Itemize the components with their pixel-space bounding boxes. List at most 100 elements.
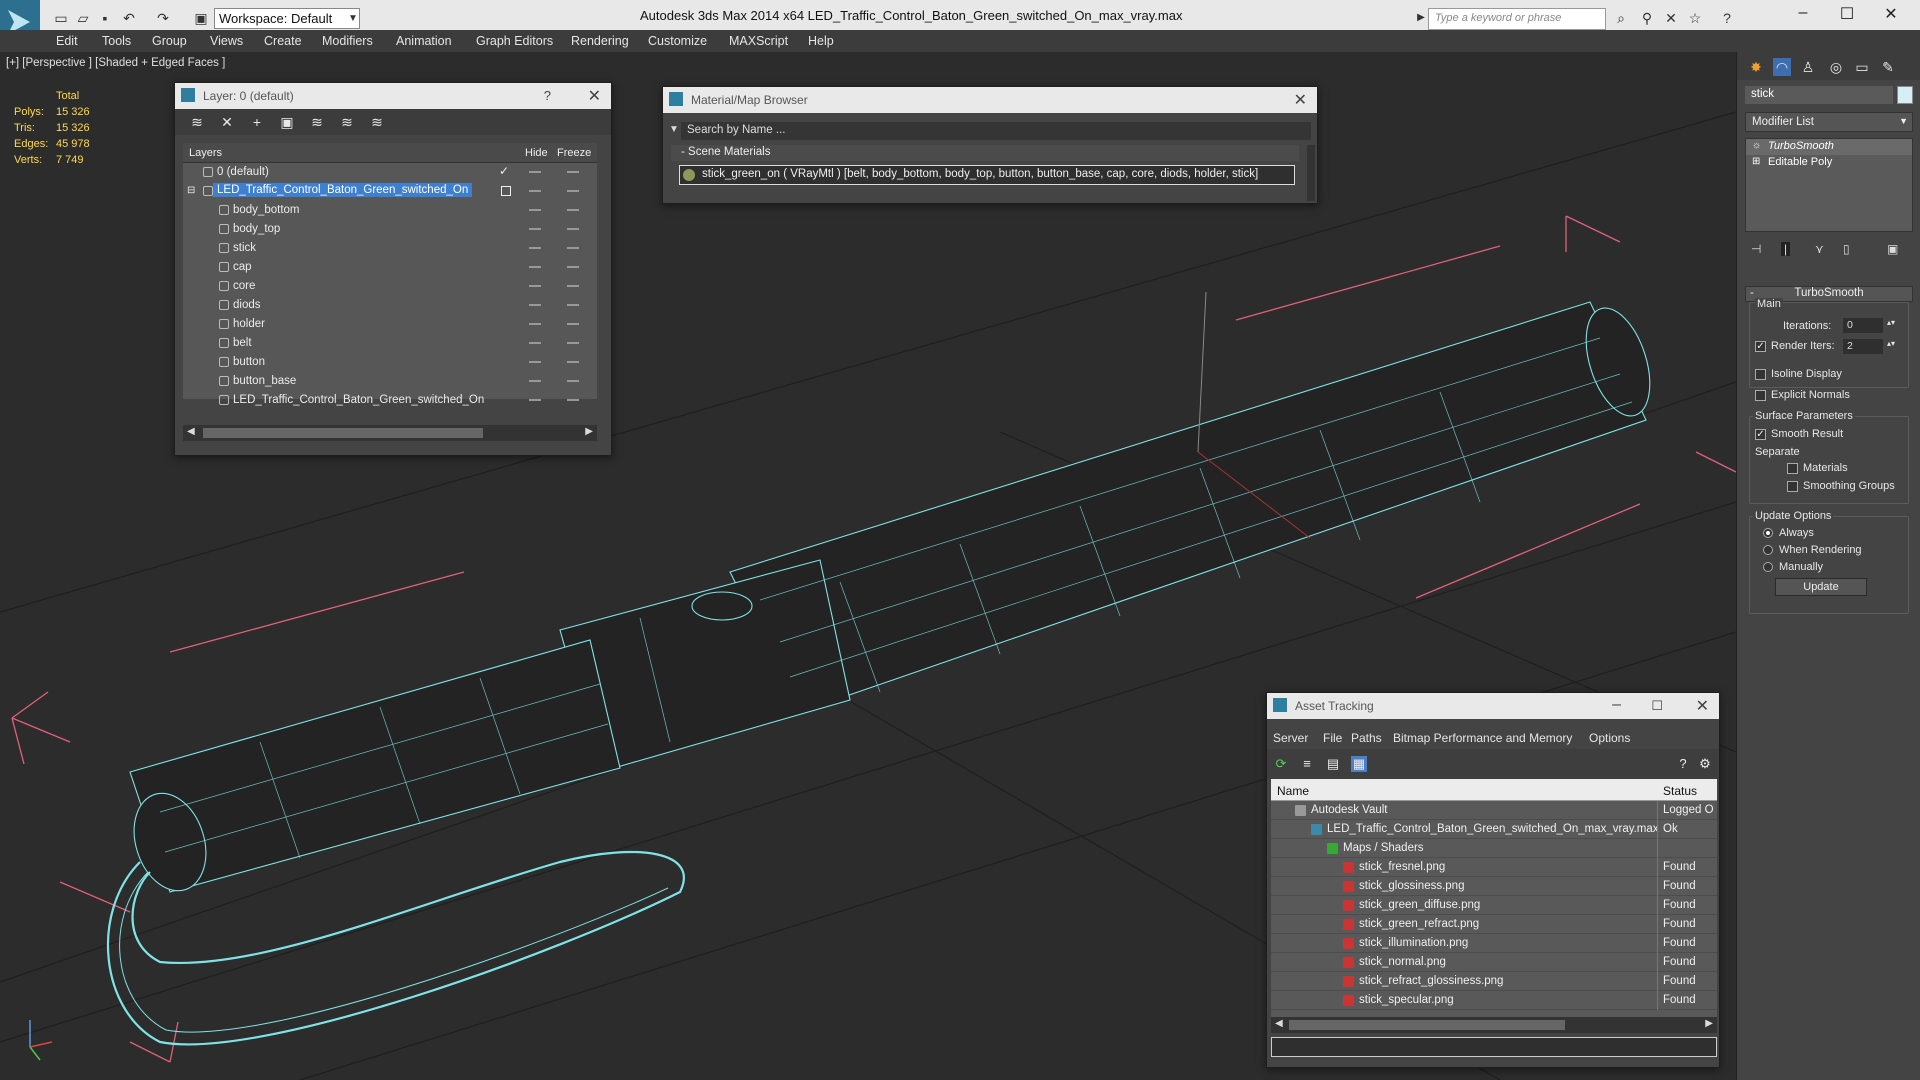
modifier-list-dropdown[interactable]: Modifier List ▼ xyxy=(1745,112,1913,132)
close-icon[interactable]: ✕ xyxy=(1294,90,1307,110)
freeze-toggle[interactable] xyxy=(567,247,579,249)
asset-menu-paths[interactable]: Paths xyxy=(1351,731,1382,745)
close-icon[interactable]: ✕ xyxy=(1696,696,1709,716)
freeze-toggle[interactable] xyxy=(567,323,579,325)
stack-item-turbosmooth[interactable]: ☼ TurboSmooth xyxy=(1746,139,1912,155)
expand-icon[interactable]: ⊞ xyxy=(1752,156,1760,167)
freeze-toggle[interactable] xyxy=(567,171,579,173)
scroll-thumb[interactable] xyxy=(203,428,483,438)
hide-toggle[interactable] xyxy=(529,171,541,173)
hide-toggle[interactable] xyxy=(529,342,541,344)
menu-edit[interactable]: Edit xyxy=(56,34,78,48)
object-row[interactable]: button xyxy=(183,353,597,372)
hide-toggle[interactable] xyxy=(529,380,541,382)
spinner-arrows-icon[interactable]: ▴▾ xyxy=(1887,339,1895,348)
new-file-icon[interactable]: ▭ xyxy=(52,9,70,27)
asset-row-file[interactable]: stick_green_diffuse.png Found xyxy=(1271,896,1717,915)
hide-toggle[interactable] xyxy=(529,323,541,325)
freeze-toggle[interactable] xyxy=(567,342,579,344)
collapse-icon[interactable]: - xyxy=(681,146,688,158)
hide-toggle[interactable] xyxy=(529,247,541,249)
workspace-dropdown[interactable]: Workspace: Default xyxy=(214,8,360,29)
always-radio[interactable] xyxy=(1763,528,1773,538)
hide-toggle[interactable] xyxy=(529,190,541,192)
grid-view-icon[interactable]: ▦ xyxy=(1351,756,1367,772)
col-name[interactable]: Name xyxy=(1277,784,1309,798)
material-search-input[interactable]: Search by Name ... xyxy=(681,122,1311,140)
asset-horizontal-scrollbar[interactable]: ◀ ▶ xyxy=(1271,1017,1717,1033)
object-color-swatch[interactable] xyxy=(1897,86,1913,104)
select-in-layer-icon[interactable]: ▣ xyxy=(279,114,295,130)
create-layer-icon[interactable]: ≋ xyxy=(189,114,205,130)
redo-icon[interactable]: ↷ xyxy=(154,9,172,27)
menu-views[interactable]: Views xyxy=(210,34,243,48)
menu-customize[interactable]: Customize xyxy=(648,34,707,48)
asset-row-file[interactable]: stick_normal.png Found xyxy=(1271,953,1717,972)
delete-layer-icon[interactable]: ✕ xyxy=(219,114,235,130)
asset-menu-file[interactable]: File xyxy=(1323,731,1342,745)
viewport-label[interactable]: [+] [Perspective ] [Shaded + Edged Faces… xyxy=(6,57,225,69)
render-iters-spinner[interactable]: 2 xyxy=(1843,339,1883,354)
close-icon[interactable]: ✕ xyxy=(1876,4,1906,26)
show-end-result-icon[interactable]: | xyxy=(1781,242,1791,256)
layer-panel-titlebar[interactable]: Layer: 0 (default) ? ✕ xyxy=(175,83,611,109)
pin-stack-icon[interactable]: ⊣ xyxy=(1751,242,1761,256)
object-row[interactable]: body_top xyxy=(183,220,597,239)
help-icon[interactable]: ? xyxy=(1718,9,1736,27)
utilities-tab-icon[interactable]: ✎ xyxy=(1879,58,1897,76)
save-file-icon[interactable]: ▪ xyxy=(96,9,114,27)
make-unique-icon[interactable]: ⋎ xyxy=(1815,242,1824,256)
object-row[interactable]: cap xyxy=(183,258,597,277)
keyword-search-input[interactable]: Type a keyword or phrase xyxy=(1428,8,1606,30)
open-file-icon[interactable]: ▱ xyxy=(74,9,92,27)
isoline-checkbox[interactable] xyxy=(1755,369,1766,380)
modify-tab-icon[interactable]: ◠ xyxy=(1773,58,1791,76)
hide-toggle[interactable] xyxy=(529,228,541,230)
when-rendering-radio[interactable] xyxy=(1763,545,1773,555)
binoculars-icon[interactable]: ⌕ xyxy=(1612,9,1630,27)
table-view-icon[interactable]: ▤ xyxy=(1325,756,1341,772)
chevron-down-icon[interactable]: ▼ xyxy=(1899,116,1908,126)
scroll-thumb[interactable] xyxy=(1289,1020,1565,1030)
highlight-layer-icon[interactable]: ≋ xyxy=(309,114,325,130)
menu-modifiers[interactable]: Modifiers xyxy=(322,34,373,48)
scroll-right-icon[interactable]: ▶ xyxy=(1705,1018,1713,1029)
freeze-toggle[interactable] xyxy=(567,361,579,363)
create-tab-icon[interactable]: ✸ xyxy=(1747,58,1765,76)
object-row[interactable]: diods xyxy=(183,296,597,315)
browser-options-icon[interactable]: ▼ xyxy=(669,124,679,135)
update-button[interactable]: Update xyxy=(1775,578,1867,596)
material-browser-titlebar[interactable]: Material/Map Browser ✕ xyxy=(663,87,1317,113)
hide-toggle[interactable] xyxy=(529,285,541,287)
asset-row-vault[interactable]: Autodesk Vault Logged O xyxy=(1271,801,1717,820)
col-status[interactable]: Status xyxy=(1663,784,1697,798)
object-row[interactable]: holder xyxy=(183,315,597,334)
hierarchy-tab-icon[interactable]: ♙ xyxy=(1799,58,1817,76)
list-view-icon[interactable]: ≡ xyxy=(1299,756,1315,772)
material-entry[interactable]: stick_green_on ( VRayMtl ) [belt, body_b… xyxy=(679,165,1295,185)
render-iters-checkbox[interactable]: ✓ xyxy=(1755,341,1766,352)
hide-toggle[interactable] xyxy=(529,304,541,306)
col-hide[interactable]: Hide xyxy=(525,147,548,159)
col-freeze[interactable]: Freeze xyxy=(557,147,591,159)
object-row[interactable]: stick xyxy=(183,239,597,258)
collapse-icon[interactable]: ⊟ xyxy=(187,185,195,196)
menu-rendering[interactable]: Rendering xyxy=(571,34,629,48)
hide-toggle[interactable] xyxy=(529,266,541,268)
manually-radio[interactable] xyxy=(1763,562,1773,572)
chevron-down-icon[interactable]: ▼ xyxy=(344,10,362,28)
freeze-toggle[interactable] xyxy=(567,266,579,268)
asset-row-maxfile[interactable]: LED_Traffic_Control_Baton_Green_switched… xyxy=(1271,820,1717,839)
collapse-icon[interactable]: - xyxy=(1750,287,1754,299)
favorites-star-icon[interactable]: ☆ xyxy=(1686,9,1704,27)
menu-animation[interactable]: Animation xyxy=(396,34,452,48)
configure-sets-icon[interactable]: ▣ xyxy=(1887,242,1898,256)
menu-group[interactable]: Group xyxy=(152,34,187,48)
layer-horizontal-scrollbar[interactable]: ◀ ▶ xyxy=(183,425,597,441)
freeze-toggle[interactable] xyxy=(567,209,579,211)
scene-materials-section[interactable]: - Scene Materials xyxy=(671,145,1299,161)
minimize-icon[interactable]: – xyxy=(1612,696,1621,714)
help-icon[interactable]: ? xyxy=(1675,756,1691,772)
materials-checkbox[interactable] xyxy=(1787,463,1798,474)
undo-icon[interactable]: ↶ xyxy=(120,9,138,27)
